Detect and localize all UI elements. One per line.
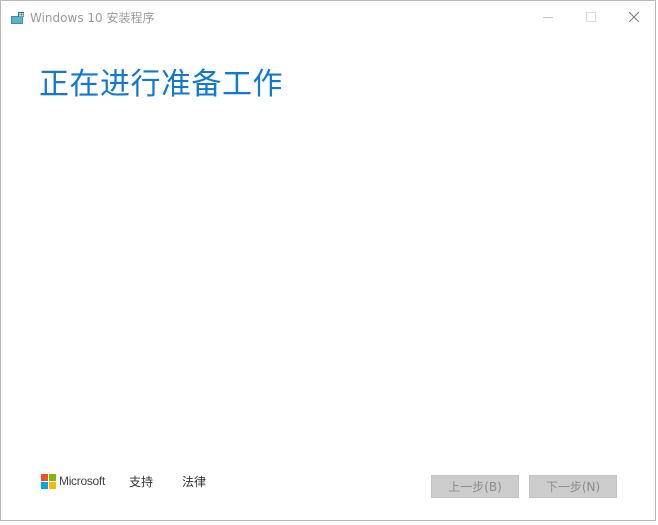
microsoft-brand-text: Microsoft xyxy=(59,474,105,488)
support-link[interactable]: 支持 xyxy=(129,474,153,490)
close-icon xyxy=(629,12,639,22)
windows-setup-icon xyxy=(10,10,26,24)
close-button[interactable] xyxy=(611,1,655,33)
setup-window: Windows 10 安装程序 正在进行准备工作 Microsoft 支持 法律… xyxy=(0,0,656,521)
legal-link[interactable]: 法律 xyxy=(182,474,206,490)
title-bar[interactable]: Windows 10 安装程序 xyxy=(1,1,655,33)
next-button[interactable]: 下一步(N) xyxy=(529,475,617,498)
maximize-icon xyxy=(586,12,596,22)
minimize-button[interactable] xyxy=(525,1,571,33)
back-button[interactable]: 上一步(B) xyxy=(431,475,519,498)
window-title: Windows 10 安装程序 xyxy=(30,11,155,25)
microsoft-logo-icon xyxy=(41,474,56,489)
page-heading: 正在进行准备工作 xyxy=(39,67,283,102)
minimize-icon xyxy=(543,17,553,18)
maximize-button[interactable] xyxy=(568,1,614,33)
